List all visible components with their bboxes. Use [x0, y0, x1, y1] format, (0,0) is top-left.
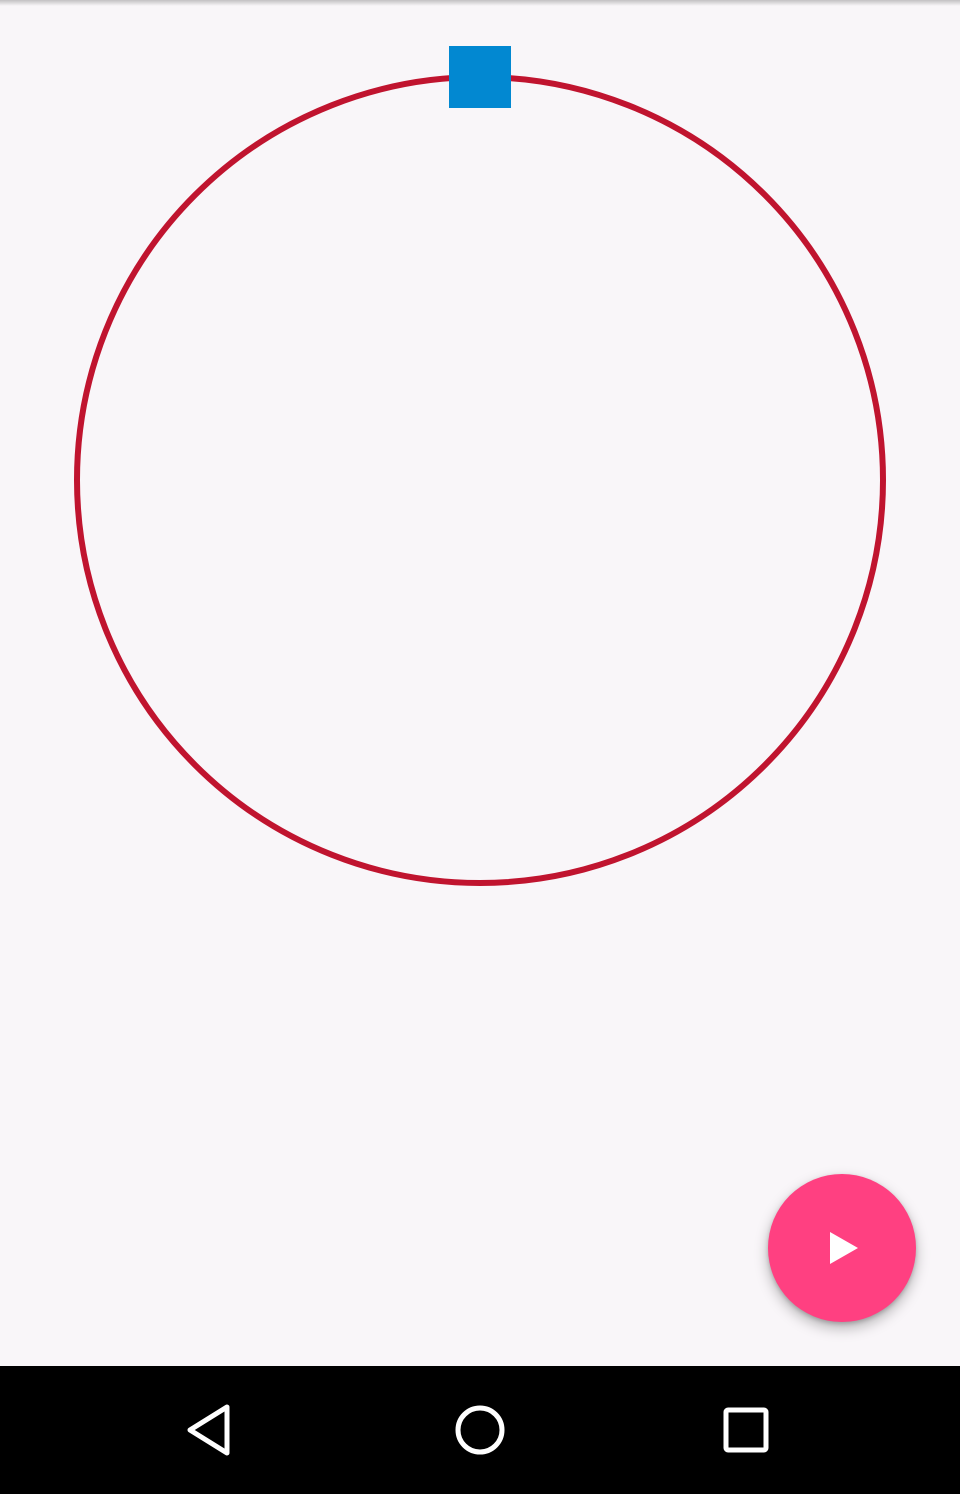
home-button[interactable] — [440, 1390, 520, 1470]
app-screen — [0, 0, 960, 1494]
orbit-drawing — [74, 46, 886, 886]
animation-canvas — [0, 0, 960, 1366]
back-button[interactable] — [173, 1390, 253, 1470]
navigation-bar — [0, 1366, 960, 1494]
play-fab-button[interactable] — [768, 1174, 916, 1322]
play-icon — [830, 1232, 858, 1264]
moving-square — [449, 46, 511, 108]
recents-square-icon — [723, 1407, 769, 1453]
recents-button[interactable] — [706, 1390, 786, 1470]
back-triangle-icon — [187, 1404, 230, 1456]
home-circle-icon — [455, 1405, 505, 1455]
orbit-ring — [74, 74, 886, 886]
